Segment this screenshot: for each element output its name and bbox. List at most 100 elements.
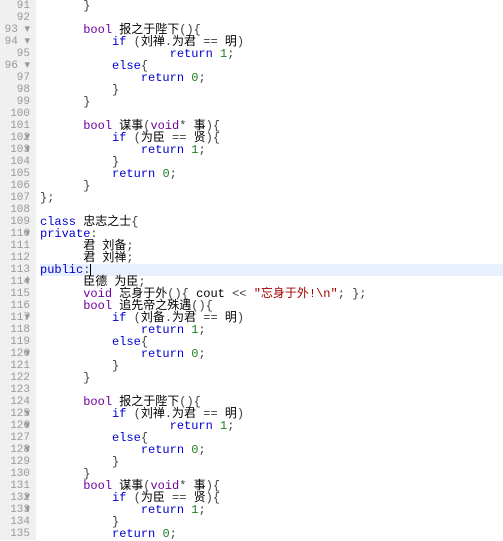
line-number: 92 [0, 12, 30, 24]
line-number: 127 ▾ [0, 432, 30, 444]
line-number: 125 ▾ [0, 408, 30, 420]
code-line[interactable]: return 0; [40, 528, 503, 540]
line-number: 133 [0, 504, 30, 516]
line-number: 132 ▾ [0, 492, 30, 504]
token: }; [40, 191, 54, 205]
line-number: 117 [0, 312, 30, 324]
code-area[interactable]: } bool 报之于陛下(){ if (刘禅.为君 == 明) return 1… [36, 0, 503, 540]
code-line[interactable]: } [40, 372, 503, 384]
code-line[interactable]: return 0; [40, 168, 503, 180]
line-number: 115 [0, 288, 30, 300]
line-number: 113 ▾ [0, 264, 30, 276]
token: } [83, 179, 90, 193]
token: return [141, 347, 184, 361]
token: ){ [206, 131, 220, 145]
code-editor[interactable]: 91 92 93 ▾94 ▾95 96 ▾97 98 99 100 101 ▾1… [0, 0, 503, 540]
token: return [112, 167, 155, 181]
line-number: 134 [0, 516, 30, 528]
line-number: 119 ▾ [0, 336, 30, 348]
token: ) [237, 311, 244, 325]
token: ; [198, 71, 205, 85]
code-line[interactable]: } [40, 96, 503, 108]
line-number: 109 ▾ [0, 216, 30, 228]
token: ; [170, 527, 177, 541]
line-number: 128 [0, 444, 30, 456]
line-number: 131 ▾ [0, 480, 30, 492]
token: ; [198, 347, 205, 361]
line-number: 110 [0, 228, 30, 240]
token: ; [198, 503, 205, 517]
token: return [112, 527, 155, 541]
token: ; [126, 251, 133, 265]
token: 明 [225, 311, 237, 325]
code-line[interactable]: } [40, 360, 503, 372]
token: return [170, 419, 213, 433]
line-number: 120 [0, 348, 30, 360]
line-number: 130 [0, 468, 30, 480]
line-number: 106 [0, 180, 30, 192]
token: ; [227, 47, 234, 61]
token: << [225, 287, 254, 301]
line-number: 112 [0, 252, 30, 264]
line-number: 105 [0, 168, 30, 180]
code-line[interactable]: } [40, 180, 503, 192]
line-number: 98 [0, 84, 30, 96]
line-number: 94 ▾ [0, 36, 30, 48]
token: ; [198, 443, 205, 457]
code-line[interactable]: } [40, 0, 503, 12]
line-number: 116 ▾ [0, 300, 30, 312]
token: ; }; [338, 287, 367, 301]
token: return [141, 143, 184, 157]
token: ; [198, 143, 205, 157]
token: } [83, 0, 90, 13]
token: { [131, 215, 138, 229]
line-number: 126 [0, 420, 30, 432]
token [213, 47, 220, 61]
line-number: 99 [0, 96, 30, 108]
token: ) [237, 407, 244, 421]
line-number: 114 [0, 276, 30, 288]
token: return [141, 71, 184, 85]
line-number: 97 [0, 72, 30, 84]
code-line[interactable]: 君 刘禅; [40, 252, 503, 264]
line-number: 101 ▾ [0, 120, 30, 132]
token: ; [227, 419, 234, 433]
line-number: 124 ▾ [0, 396, 30, 408]
line-number: 111 [0, 240, 30, 252]
token: return [141, 443, 184, 457]
line-number: 93 ▾ [0, 24, 30, 36]
token: ; [170, 167, 177, 181]
token [213, 419, 220, 433]
token: return [170, 47, 213, 61]
line-number: 118 [0, 324, 30, 336]
line-number: 100 [0, 108, 30, 120]
token: } [83, 95, 90, 109]
line-number: 102 ▾ [0, 132, 30, 144]
code-line[interactable]: }; [40, 192, 503, 204]
line-number: 129 [0, 456, 30, 468]
token: ){ [206, 491, 220, 505]
line-number: 95 [0, 48, 30, 60]
code-line[interactable]: class 忠志之士{ [40, 216, 503, 228]
token: ; [198, 323, 205, 337]
line-number: 107 [0, 192, 30, 204]
line-number-gutter: 91 92 93 ▾94 ▾95 96 ▾97 98 99 100 101 ▾1… [0, 0, 36, 540]
line-number: 103 [0, 144, 30, 156]
line-number: 104 [0, 156, 30, 168]
token: } [112, 83, 119, 97]
line-number: 91 [0, 0, 30, 12]
token: return [141, 503, 184, 517]
token: ) [237, 35, 244, 49]
token: } [112, 455, 119, 469]
line-number: 123 [0, 384, 30, 396]
code-line[interactable]: } [40, 84, 503, 96]
line-number: 108 [0, 204, 30, 216]
token: } [83, 371, 90, 385]
line-number: 96 ▾ [0, 60, 30, 72]
code-line[interactable]: } [40, 456, 503, 468]
token: 0 [162, 167, 169, 181]
line-number: 122 [0, 372, 30, 384]
token: } [112, 359, 119, 373]
line-number: 135 [0, 528, 30, 540]
token: 0 [162, 527, 169, 541]
